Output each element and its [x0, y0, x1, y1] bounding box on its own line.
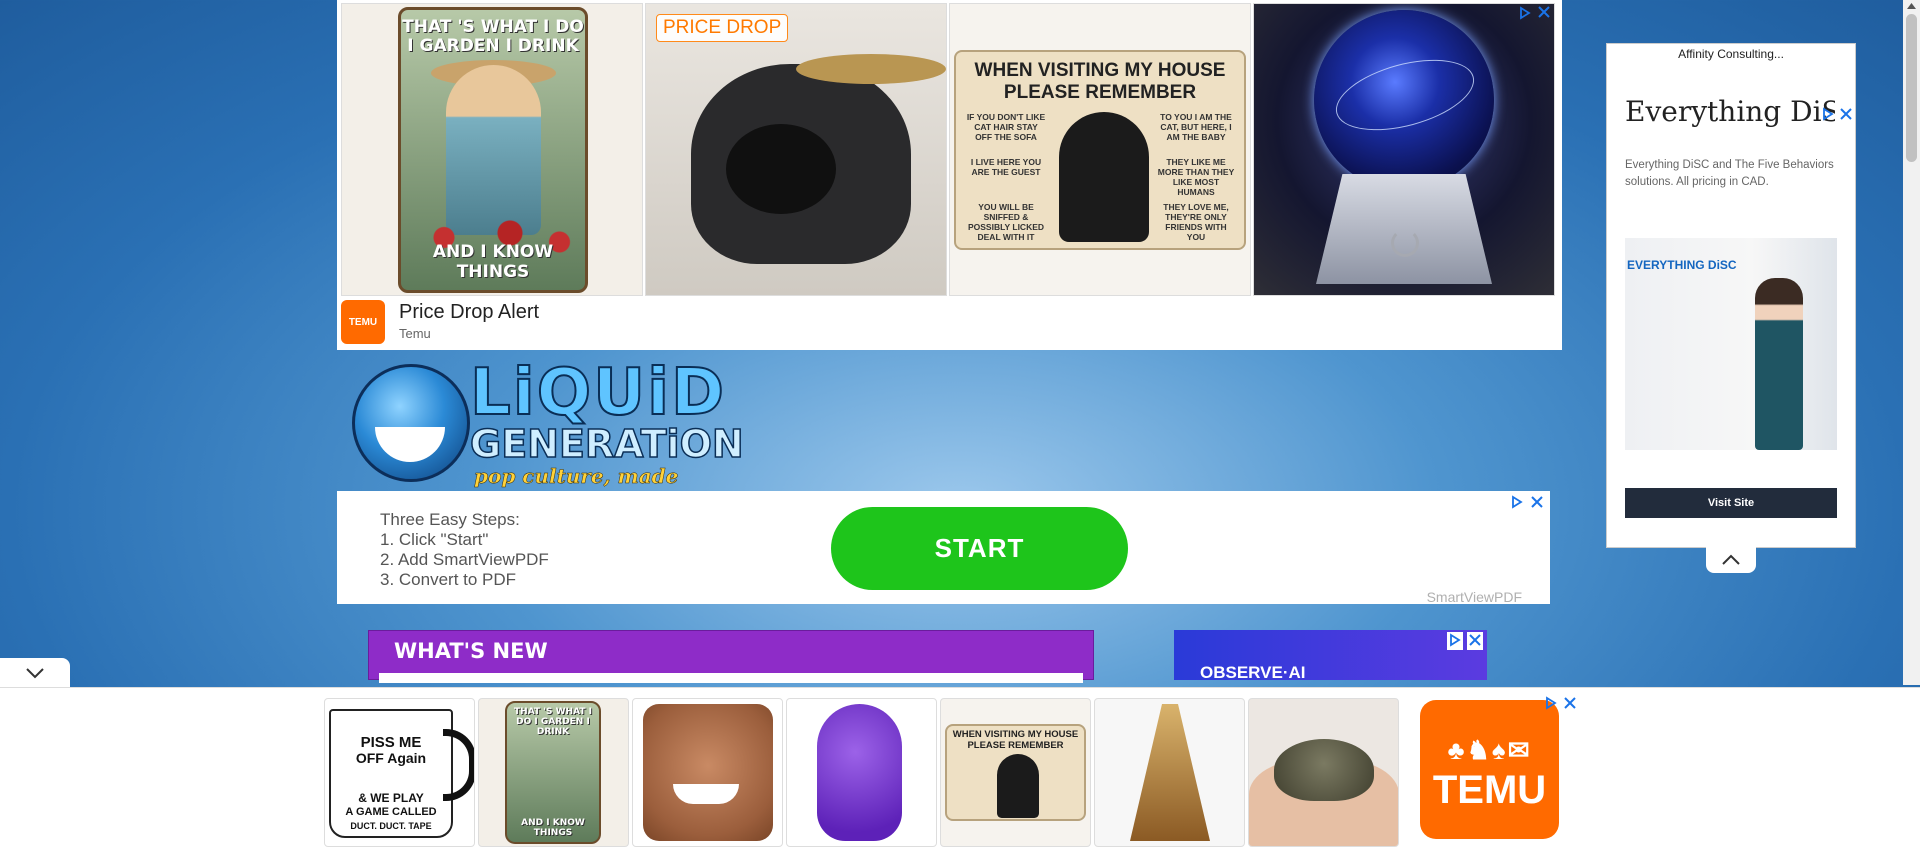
adchoices-icon[interactable] — [1544, 696, 1558, 712]
scrollbar-thumb[interactable] — [1906, 14, 1917, 162]
cat-sign-image: WHEN VISITING MY HOUSE PLEASE REMEMBER I… — [954, 50, 1246, 250]
mug-line-3: & WE PLAY — [358, 791, 424, 805]
tin-sign-bottom-text: AND I KNOW THINGS — [432, 242, 554, 282]
logo-mascot-icon — [352, 364, 470, 482]
temu-logo-text: TEMU — [1432, 767, 1547, 812]
cat-sign-right-1: TO YOU I AM THE CAT, BUT HERE, I AM THE … — [1160, 112, 1232, 142]
tin-sign-small-top: THAT 'S WHAT I DO I GARDEN I DRINK — [514, 707, 592, 737]
woman-with-tablet — [1755, 278, 1803, 450]
observe-ai-logo: OBSERVE·AI — [1200, 663, 1306, 682]
bottom-sticky-ad[interactable]: PISS ME OFF Again & WE PLAY A GAME CALLE… — [0, 687, 1920, 848]
visit-site-button[interactable]: Visit Site — [1625, 488, 1837, 518]
power-icon — [1391, 229, 1419, 257]
bottom-ad-collapse-button[interactable] — [0, 658, 70, 688]
ad-tile-cat-sign[interactable]: WHEN VISITING MY HOUSE PLEASE REMEMBER I… — [949, 3, 1251, 296]
temu-logo-large[interactable]: ♣♞♠✉ TEMU — [1420, 700, 1559, 839]
bottom-tile-face-pillow[interactable] — [632, 698, 783, 847]
mug-line-5: DUCT. DUCT. TAPE — [350, 821, 432, 831]
close-icon[interactable] — [1467, 632, 1483, 650]
whats-new-panel: WHAT'S NEW — [368, 630, 1094, 683]
face-pillow-image — [643, 704, 773, 841]
pdf-step-2: 2. Add SmartViewPDF — [380, 550, 549, 569]
cloak-image — [1130, 704, 1210, 841]
cat-sign-left-3: YOU WILL BE SNIFFED & POSSIBLY LICKED DE… — [967, 202, 1045, 242]
cat-sign-left-1: IF YOU DON'T LIKE CAT HAIR STAY OFF THE … — [966, 112, 1046, 142]
adchoices-icon[interactable] — [1821, 107, 1835, 123]
whats-new-title: WHAT'S NEW — [394, 639, 548, 663]
gold-tray — [796, 54, 946, 84]
site-logo[interactable]: LiQUiD GENERATiON pop culture, made funn… — [352, 355, 744, 512]
ad-headline[interactable]: Price Drop Alert — [399, 301, 539, 324]
ad-tile-garden-sign[interactable]: THAT 'S WHAT I DO I GARDEN I DRINK AND I… — [341, 3, 643, 296]
chevron-up-icon — [1722, 554, 1740, 565]
sidebar-ad-image[interactable]: EVERYTHING DiSC — [1625, 238, 1837, 450]
mug-line-2: OFF Again — [355, 750, 427, 766]
cat-sign-right-2: THEY LIKE ME MORE THAN THEY LIKE MOST HU… — [1157, 157, 1235, 197]
pdf-step-heading: Three Easy Steps: — [380, 510, 520, 529]
tin-sign-small-bottom: AND I KNOW THINGS — [521, 818, 585, 838]
sidebar-collapse-button[interactable] — [1706, 546, 1756, 573]
whats-new-content — [379, 673, 1083, 683]
bottom-tile-grimace[interactable] — [786, 698, 937, 847]
adchoices-icon[interactable] — [1510, 495, 1524, 511]
sidebar-ad-everything-disc[interactable]: Affinity Consulting... Everything DiSC E… — [1606, 43, 1856, 548]
cat-sign-small-title: WHEN VISITING MY HOUSE PLEASE REMEMBER — [952, 729, 1079, 751]
logo-word-liquid: LiQUiD — [469, 355, 727, 431]
pdf-ad-brand: SmartViewPDF — [1426, 589, 1522, 605]
woman-figure — [446, 65, 541, 235]
scroll-up-arrow-icon[interactable] — [1907, 3, 1916, 9]
close-icon[interactable] — [1563, 696, 1577, 712]
chevron-down-icon — [26, 668, 44, 679]
close-icon[interactable] — [1537, 5, 1551, 21]
sidebar-ad-title[interactable]: Everything DiSC — [1625, 95, 1835, 128]
black-cat — [1059, 112, 1149, 242]
bottom-tile-turtle[interactable] — [1248, 698, 1399, 847]
pdf-step-1: 1. Click "Start" — [380, 530, 489, 549]
adchoices-icon[interactable] — [1518, 6, 1532, 22]
tin-sign-image: THAT 'S WHAT I DO I GARDEN I DRINK AND I… — [398, 7, 588, 293]
temu-logo[interactable]: TEMU — [341, 300, 385, 344]
tin-sign-top-text: THAT 'S WHAT I DO I GARDEN I DRINK — [402, 17, 584, 56]
smartviewpdf-ad[interactable]: Three Easy Steps: 1. Click "Start" 2. Ad… — [337, 491, 1550, 605]
temu-logo-icons: ♣♞♠✉ — [1447, 734, 1532, 765]
cat-sign-right-3: THEY LOVE ME, THEY'RE ONLY FRIENDS WITH … — [1163, 202, 1229, 242]
ad-tile-galaxy-globe[interactable] — [1253, 3, 1555, 296]
start-button[interactable]: START — [831, 507, 1128, 590]
sidebar-ad-advertiser: Affinity Consulting... — [1678, 47, 1784, 61]
observe-ai-ad[interactable]: OBSERVE·AI — [1174, 630, 1487, 682]
price-drop-badge: PRICE DROP — [656, 14, 789, 42]
close-icon[interactable] — [1530, 495, 1544, 511]
cat-sign-left-2: I LIVE HERE YOU ARE THE GUEST — [970, 157, 1042, 177]
face-pillow-smile — [673, 784, 739, 804]
pdf-ad-steps: Three Easy Steps: 1. Click "Start" 2. Ad… — [380, 510, 549, 590]
mug-line-4: A GAME CALLED — [345, 806, 437, 818]
mug-handle — [443, 729, 474, 801]
cat-sign-title: WHEN VISITING MY HOUSE PLEASE REMEMBER — [974, 60, 1226, 103]
logo-word-generation: GENERATiON — [469, 421, 744, 467]
bottom-tile-cloak[interactable] — [1094, 698, 1245, 847]
pdf-step-3: 3. Convert to PDF — [380, 570, 517, 589]
sidebar-ad-description: Everything DiSC and The Five Behaviors s… — [1625, 159, 1834, 188]
grimace-plush-image — [817, 704, 902, 841]
ad-tile-bulldog-tray[interactable]: PRICE DROP — [645, 3, 947, 296]
mug-line-1: PISS ME — [360, 734, 422, 751]
adchoices-icon[interactable] — [1447, 632, 1463, 650]
tin-sign-image-small: THAT 'S WHAT I DO I GARDEN I DRINK AND I… — [505, 701, 601, 844]
logo-smile — [375, 427, 445, 462]
bulldog-mouth — [726, 124, 836, 214]
top-temu-ad[interactable]: THAT 'S WHAT I DO I GARDEN I DRINK AND I… — [337, 0, 1562, 350]
ad-brand: Temu — [399, 326, 431, 341]
bottom-tile-mug[interactable]: PISS ME OFF Again & WE PLAY A GAME CALLE… — [324, 698, 475, 847]
cat-sign-image-small: WHEN VISITING MY HOUSE PLEASE REMEMBER — [945, 724, 1086, 821]
everything-disc-logo: EVERYTHING DiSC — [1627, 258, 1737, 272]
turtle-figurine — [1274, 739, 1374, 801]
close-icon[interactable] — [1839, 107, 1853, 123]
bottom-tile-cat-sign[interactable]: WHEN VISITING MY HOUSE PLEASE REMEMBER — [940, 698, 1091, 847]
bottom-tile-garden-sign[interactable]: THAT 'S WHAT I DO I GARDEN I DRINK AND I… — [478, 698, 629, 847]
mug-image: PISS ME OFF Again & WE PLAY A GAME CALLE… — [329, 709, 453, 838]
page-scrollbar[interactable] — [1903, 0, 1920, 685]
black-cat-small — [997, 754, 1039, 818]
